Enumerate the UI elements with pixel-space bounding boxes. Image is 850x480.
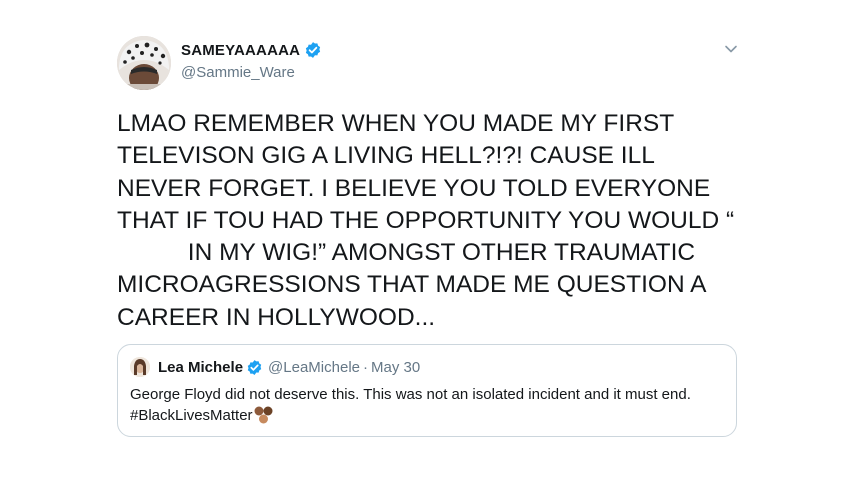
censored-word (117, 239, 181, 264)
quoted-avatar-image (130, 357, 150, 377)
author-display-name[interactable]: SAMEYAAAAAA (181, 42, 300, 59)
quoted-separator: · (363, 358, 368, 376)
tweet-text-part1: LMAO REMEMBER WHEN YOU MADE MY FIRST TEL… (117, 110, 735, 234)
avatar[interactable] (117, 36, 171, 90)
author-name-row[interactable]: SAMEYAAAAAA (181, 41, 322, 59)
quoted-tweet-text-block: George Floyd did not deserve this. This … (130, 384, 726, 426)
quoted-tweet[interactable]: Lea Michele @LeaMichele · May 30 George … (117, 344, 737, 437)
quoted-avatar (130, 357, 150, 377)
quoted-tweet-text: George Floyd did not deserve this. This … (130, 386, 691, 424)
author-handle[interactable]: @Sammie_Ware (181, 64, 295, 81)
tweet-text: LMAO REMEMBER WHEN YOU MADE MY FIRST TEL… (117, 108, 737, 334)
quoted-handle: @LeaMichele (268, 358, 360, 376)
quoted-verified-badge-icon (247, 359, 262, 375)
quoted-display-name: Lea Michele (158, 358, 244, 376)
quoted-date: May 30 (371, 358, 421, 376)
tweet-text-part2: IN MY WIG!” AMONGST OTHER TRAUMATIC MICR… (117, 239, 712, 331)
raised-fist-emoji-icons (254, 406, 273, 424)
quoted-tweet-header: Lea Michele @LeaMichele · May 30 (130, 357, 420, 377)
chevron-down-icon[interactable] (722, 40, 740, 58)
avatar-image (117, 36, 171, 90)
verified-badge-icon (306, 42, 321, 58)
